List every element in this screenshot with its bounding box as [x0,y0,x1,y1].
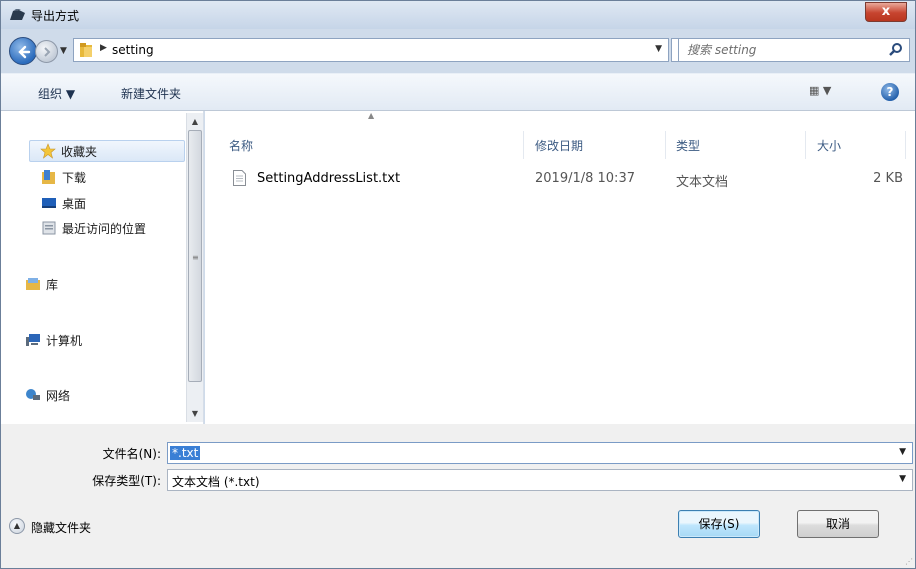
cancel-button[interactable]: 取消 [797,510,879,538]
nav-item-downloads[interactable]: 下载 [41,167,181,187]
back-button[interactable] [9,37,37,65]
breadcrumb-separator-icon[interactable]: ▶ [100,43,107,53]
save-dialog: 导出方式 x ▼ ▶ setting ▼ ↻ [0,0,916,569]
window-title: 导出方式 [31,9,80,23]
arrow-right-icon [44,47,51,57]
column-header-name[interactable]: 名称 [229,137,253,154]
nav-item-network[interactable]: 网络 [25,385,165,405]
resize-grip-icon[interactable]: ⋰ [905,557,913,566]
nav-item-library[interactable]: 库 [25,274,165,294]
column-divider[interactable] [523,131,524,159]
filetype-label: 保存类型(T): [92,474,161,488]
new-folder-button[interactable]: 新建文件夹 [121,85,181,102]
folder-icon [80,43,92,57]
navigation-pane: 收藏夹 下载 桌面 最近访问的位置 库 计算机 网络 [1,111,204,424]
filetype-select[interactable]: 文本文档 (*.txt) ▼ [167,469,913,491]
search-input[interactable] [687,42,877,58]
close-button[interactable]: x [865,2,907,22]
downloads-folder-icon [42,170,55,184]
column-header-date[interactable]: 修改日期 [535,137,583,154]
nav-item-computer[interactable]: 计算机 [25,330,165,350]
filename-value[interactable]: *.txt [170,446,201,460]
column-divider[interactable] [665,131,666,159]
address-field[interactable]: ▶ setting ▼ [73,38,669,62]
filename-label: 文件名(N): [102,447,161,461]
file-size: 2 KB [873,171,903,186]
breadcrumb-setting[interactable]: setting [112,43,154,57]
scroll-down-icon[interactable]: ▼ [187,405,203,422]
address-bar-area: ▼ ▶ setting ▼ ↻ [1,29,915,73]
scroll-up-icon[interactable]: ▲ [187,113,203,130]
library-icon [26,278,40,290]
column-header-type[interactable]: 类型 [676,137,700,154]
chevron-down-icon[interactable]: ▼ [899,474,906,484]
text-file-icon [233,170,246,186]
nav-scrollbar[interactable]: ▲ ≡ ▼ [186,113,203,422]
column-divider[interactable] [805,131,806,159]
help-icon[interactable]: ? [881,83,899,101]
app-icon [10,9,25,20]
command-toolbar: 组织 ▼ 新建文件夹 ▦ ▼ ? [1,73,915,111]
filetype-value: 文本文档 (*.txt) [172,475,260,489]
save-form: 文件名(N): *.txt ▼ 保存类型(T): 文本文档 (*.txt) ▼ … [1,424,915,568]
title-bar: 导出方式 x [1,1,915,29]
scroll-thumb[interactable]: ≡ [188,130,202,382]
file-row[interactable]: SettingAddressList.txt 2019/1/8 10:37 文本… [225,167,915,190]
arrow-left-icon [18,45,31,59]
grip-icon: ≡ [192,253,199,262]
organize-menu[interactable]: 组织 ▼ [38,85,75,102]
recent-places-icon [42,221,56,235]
chevron-down-icon[interactable]: ▼ [899,447,906,457]
search-icon[interactable] [888,42,904,58]
filename-field[interactable]: *.txt ▼ [167,442,913,464]
file-type: 文本文档 [676,175,729,190]
history-dropdown-icon[interactable]: ▼ [60,46,67,56]
network-icon [26,389,40,400]
desktop-icon [42,198,56,208]
nav-item-favorites[interactable]: 收藏夹 [29,140,185,162]
sort-ascending-icon: ▲ [368,111,375,120]
star-icon [40,143,56,159]
save-button[interactable]: 保存(S) [678,510,760,538]
computer-icon [26,334,40,346]
nav-item-desktop[interactable]: 桌面 [41,193,181,213]
file-date: 2019/1/8 10:37 [535,171,635,186]
nav-item-recent-places[interactable]: 最近访问的位置 [41,218,191,238]
column-divider[interactable] [905,131,906,159]
file-name: SettingAddressList.txt [257,171,401,186]
collapse-up-icon: ▲ [9,518,25,534]
search-box[interactable] [678,38,910,62]
forward-button[interactable] [35,40,58,63]
column-header-size[interactable]: 大小 [817,137,841,154]
file-list: ▲ 名称 修改日期 类型 大小 SettingAddressList.txt 2… [205,111,915,424]
view-options-button[interactable]: ▦ ▼ [809,84,831,97]
chevron-down-icon[interactable]: ▼ [655,44,662,54]
